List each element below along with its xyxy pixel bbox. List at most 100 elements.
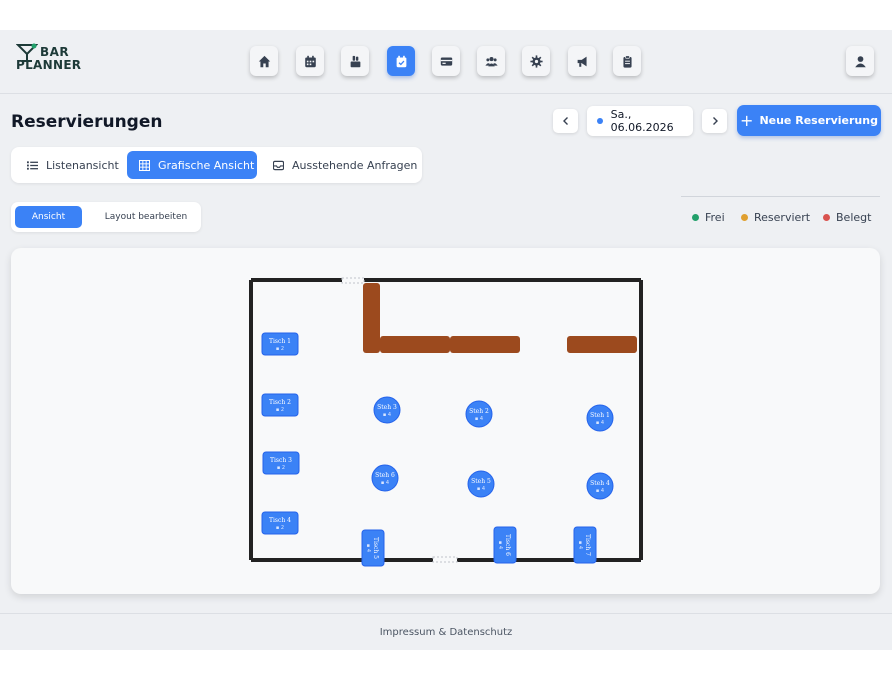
app: BAR PLANNER Reservierungen Sa., 06.06.20…: [0, 30, 892, 650]
bar-segment: [450, 336, 520, 353]
legend-label: Belegt: [836, 210, 872, 224]
table-label: Tisch 6: [504, 534, 511, 556]
floor-plan: Tisch 1▪ 2Tisch 2▪ 2Tisch 3▪ 2Tisch 4▪ 2…: [249, 277, 643, 567]
table-tisch-4[interactable]: Tisch 4▪ 2: [261, 511, 299, 535]
table-seats: ▪ 2: [277, 465, 285, 471]
previous-day-button[interactable]: [553, 109, 578, 133]
settings-icon: [529, 54, 543, 68]
nav-cash-register-button[interactable]: [432, 46, 460, 76]
table-steh-4[interactable]: Steh 4▪ 4: [586, 472, 614, 500]
date-indicator-dot: [597, 118, 603, 124]
table-steh-6[interactable]: Steh 6▪ 4: [371, 464, 399, 492]
reservations-icon: [396, 55, 406, 67]
table-steh-3[interactable]: Steh 3▪ 4: [373, 396, 401, 424]
table-seats: ▪ 2: [276, 407, 284, 413]
table-steh-2[interactable]: Steh 2▪ 4: [465, 400, 493, 428]
bar-planner-logo[interactable]: BAR PLANNER: [16, 43, 81, 73]
nav-announcement-button[interactable]: [568, 46, 596, 76]
chevron-left-icon: [562, 117, 568, 125]
table-label: Steh 4: [590, 480, 610, 487]
table-steh-1[interactable]: Steh 1▪ 4: [586, 404, 614, 432]
table-tisch-6[interactable]: Tisch 6▪ 4: [493, 526, 517, 564]
tab-label: Ausstehende Anfragen: [292, 158, 418, 172]
nav-inventory-button[interactable]: [341, 46, 369, 76]
layout-mode-toggle: Ansicht Layout bearbeiten: [11, 202, 201, 232]
legend-divider: [681, 196, 880, 197]
table-seats: ▪ 4: [475, 416, 483, 422]
table-label: Tisch 4: [269, 517, 291, 524]
table-seats: ▪ 4: [596, 488, 604, 494]
user-profile-button[interactable]: [846, 46, 874, 76]
bar-segment: [380, 336, 450, 353]
nav-home-button[interactable]: [250, 46, 278, 76]
nav-reservations-button[interactable]: [387, 46, 415, 76]
table-label: Tisch 3: [270, 457, 292, 464]
table-tisch-3[interactable]: Tisch 3▪ 2: [262, 451, 300, 475]
table-label: Tisch 2: [269, 399, 291, 406]
legend-dot-free: [692, 213, 699, 221]
walls: [249, 277, 643, 563]
table-steh-5[interactable]: Steh 5▪ 4: [467, 470, 495, 498]
tab-list-view[interactable]: Listenansicht: [15, 151, 125, 179]
plus-icon: +: [740, 110, 754, 130]
announcement-icon: [577, 56, 587, 67]
user-icon: [854, 55, 866, 67]
tab-graphic-view[interactable]: Grafische Ansicht: [127, 151, 257, 179]
table-seats: ▪ 4: [365, 544, 371, 552]
bar-counter: [363, 283, 637, 353]
staff-icon: [484, 56, 498, 66]
edit-layout-button[interactable]: Layout bearbeiten: [95, 206, 197, 228]
table-tisch-1[interactable]: Tisch 1▪ 2: [261, 332, 299, 356]
tab-label: Grafische Ansicht: [158, 158, 255, 172]
page-title: Reservierungen: [11, 112, 163, 132]
table-seats: ▪ 2: [276, 525, 284, 531]
legend-reserved: Reserviert: [741, 210, 810, 224]
grid-icon: [139, 159, 150, 171]
door: [432, 556, 458, 563]
table-tisch-7[interactable]: Tisch 7▪ 4: [573, 526, 597, 564]
table-label: Tisch 1: [269, 338, 291, 345]
tab-label: Listenansicht: [46, 158, 119, 172]
nav-clipboard-button[interactable]: [613, 46, 641, 76]
table-tisch-2[interactable]: Tisch 2▪ 2: [261, 393, 299, 417]
footer: Impressum & Datenschutz: [0, 613, 892, 650]
legend-label: Frei: [705, 210, 725, 224]
table-label: Steh 3: [377, 404, 397, 411]
nav-settings-button[interactable]: [522, 46, 550, 76]
floor-plan-card: Tisch 1 ▪ 2 Tisch 2 ▪ 2 Tisch 3 ▪ 2 Tisch 4 ▪ 2…: [11, 248, 880, 594]
table-label: Steh 1: [590, 412, 610, 419]
table-label: Tisch 5: [372, 537, 379, 559]
legend-dot-occupied: [823, 213, 830, 221]
table-tisch-5[interactable]: Tisch 5▪ 4: [361, 529, 385, 567]
table-seats: ▪ 4: [383, 412, 391, 418]
view-mode-button[interactable]: Ansicht: [15, 206, 82, 228]
footer-links[interactable]: Impressum & Datenschutz: [380, 627, 513, 638]
home-icon: [258, 55, 270, 67]
inbox-icon: [273, 160, 284, 170]
new-reservation-button[interactable]: + Neue Reservierung: [737, 105, 881, 136]
bar-segment: [567, 336, 637, 353]
table-seats: ▪ 2: [276, 346, 284, 352]
clipboard-icon: [622, 54, 632, 68]
door: [341, 277, 365, 284]
table-seats: ▪ 4: [596, 420, 604, 426]
top-navigation: BAR PLANNER: [0, 30, 892, 94]
view-tabs: Listenansicht Grafische Ansicht Ausstehe…: [11, 147, 422, 183]
inventory-icon: [350, 55, 360, 67]
tab-pending-requests[interactable]: Ausstehende Anfragen: [261, 151, 418, 179]
table-label: Steh 6: [375, 472, 395, 479]
next-day-button[interactable]: [702, 109, 727, 133]
bar-segment: [363, 283, 380, 353]
date-picker[interactable]: Sa., 06.06.2026: [587, 106, 693, 136]
chevron-right-icon: [712, 117, 718, 125]
selected-date: Sa., 06.06.2026: [610, 108, 674, 134]
nav-staff-button[interactable]: [477, 46, 505, 76]
table-seats: ▪ 4: [497, 541, 503, 549]
legend-dot-reserved: [741, 213, 748, 221]
legend-free: Frei: [692, 210, 725, 224]
table-seats: ▪ 4: [477, 486, 485, 492]
nav-calendar-button[interactable]: [296, 46, 324, 76]
table-label: Steh 2: [469, 408, 489, 415]
legend-label: Reserviert: [754, 210, 811, 224]
list-icon: [27, 160, 38, 170]
